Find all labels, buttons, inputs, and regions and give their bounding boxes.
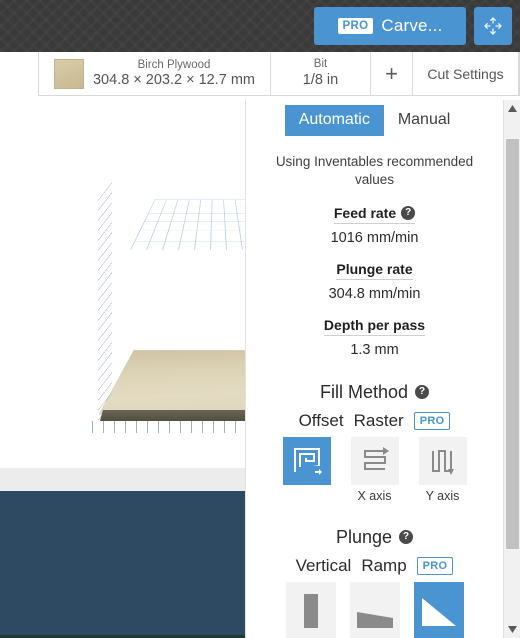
chevron-up-icon (507, 105, 517, 112)
scrollbar-thumb[interactable] (505, 139, 519, 549)
cut-settings-button[interactable]: Cut Settings (413, 52, 519, 95)
plunge-option-ramp-label: Ramp (361, 555, 407, 575)
bit-value: 1/8 in (302, 71, 339, 88)
scrollbar-track[interactable] (504, 117, 520, 621)
workspace-grid (130, 199, 260, 250)
raster-y-axis-icon (431, 449, 454, 475)
bit-label: Bit (313, 57, 328, 70)
fill-tile-raster-y-caption: Y axis (425, 488, 460, 503)
pro-badge-carve: PRO (337, 17, 374, 35)
material-name: Birch Plywood (137, 58, 211, 71)
fill-option-offset-label: Offset (298, 410, 344, 430)
plunge-tile-ramp-5[interactable] (349, 581, 400, 638)
material-board-edge (100, 410, 260, 421)
cut-settings-content: Automatic Manual Using Inventables recom… (246, 100, 503, 638)
feed-rate-help-icon[interactable]: ? (401, 205, 416, 220)
tab-automatic[interactable]: Automatic (284, 105, 384, 136)
cut-settings-panel: Automatic Manual Using Inventables recom… (245, 100, 520, 638)
fill-method-options-row: Offset Raster PRO (246, 411, 503, 431)
plunge-title: Plunge (335, 526, 393, 547)
field-plunge-rate: Plunge rate 304.8 mm/min (246, 261, 503, 302)
chevron-down-icon (507, 626, 517, 633)
ruler-left (98, 182, 112, 422)
bit-selector[interactable]: Bit 1/8 in (271, 52, 371, 95)
offset-spiral-icon (293, 447, 322, 475)
plunge-ramp-5-icon (356, 611, 393, 628)
plunge-tiles: 5° 20° (246, 581, 503, 638)
material-dimensions: 304.8 × 203.2 × 12.7 mm (92, 71, 256, 88)
plus-icon: + (385, 60, 398, 86)
scroll-down-button[interactable] (504, 621, 520, 638)
fill-method-title-row: Fill Method ? (246, 382, 503, 403)
move-arrows-icon (484, 17, 502, 35)
settings-scrollbar[interactable] (503, 100, 520, 638)
recommended-values-note: Using Inventables recommended values (275, 153, 474, 188)
fill-tile-raster-x[interactable] (350, 436, 399, 485)
workspace-bottom-strip (0, 468, 260, 491)
field-feed-rate: Feed rate ? 1016 mm/min (246, 205, 503, 246)
fill-tile-offset[interactable] (282, 436, 331, 485)
app-root: PRO Carve... Birch Plywood 304.8 × 203.2… (0, 0, 520, 638)
plunge-ramp-20-icon (421, 597, 456, 626)
depth-per-pass-label: Depth per pass (323, 316, 426, 333)
ruler-bottom (92, 421, 260, 433)
plunge-rate-value: 304.8 mm/min (328, 285, 421, 302)
pro-badge-raster: PRO (413, 412, 451, 430)
tab-manual[interactable]: Manual (384, 105, 464, 136)
feed-rate-label: Feed rate (333, 204, 397, 221)
material-selector[interactable]: Birch Plywood 304.8 × 203.2 × 12.7 mm (39, 52, 271, 95)
material-bit-toolbar: Birch Plywood 304.8 × 203.2 × 12.7 mm Bi… (38, 52, 520, 96)
add-bit-button[interactable]: + (371, 52, 413, 95)
plunge-rate-label: Plunge rate (336, 260, 413, 277)
cut-settings-label: Cut Settings (427, 65, 504, 82)
carve-button-label: Carve... (381, 16, 443, 35)
move-arrows-button[interactable] (474, 7, 512, 45)
settings-tabs: Automatic Manual (246, 100, 503, 136)
plunge-vertical-icon (303, 593, 318, 628)
fill-method-title: Fill Method (319, 381, 409, 402)
material-board-3d[interactable] (100, 350, 260, 414)
plunge-option-vertical-label: Vertical (295, 555, 352, 575)
bottom-dark-panel (0, 491, 260, 635)
carve-button[interactable]: PRO Carve... (314, 7, 466, 45)
depth-per-pass-value: 1.3 mm (350, 341, 399, 358)
scroll-up-button[interactable] (504, 100, 520, 117)
raster-x-axis-icon (363, 446, 389, 470)
pro-badge-ramp: PRO (416, 557, 454, 575)
plunge-tile-vertical[interactable] (285, 581, 336, 638)
field-depth-per-pass: Depth per pass 1.3 mm (246, 317, 503, 358)
fill-tile-raster-y[interactable] (418, 436, 467, 485)
material-swatch (53, 58, 84, 89)
fill-option-raster-label: Raster (353, 410, 404, 430)
fill-method-help-icon[interactable]: ? (415, 385, 430, 400)
plunge-help-icon[interactable]: ? (399, 530, 414, 545)
plunge-options-row: Vertical Ramp PRO (246, 556, 503, 576)
workspace-3d-view[interactable] (0, 96, 260, 468)
top-toolbar: PRO Carve... (0, 0, 520, 52)
plunge-tile-ramp-20[interactable] (413, 581, 464, 638)
plunge-title-row: Plunge ? (246, 527, 503, 548)
fill-method-tiles: X axis Y axis (246, 436, 503, 503)
fill-tile-raster-x-caption: X axis (357, 488, 392, 503)
feed-rate-value: 1016 mm/min (330, 229, 419, 246)
